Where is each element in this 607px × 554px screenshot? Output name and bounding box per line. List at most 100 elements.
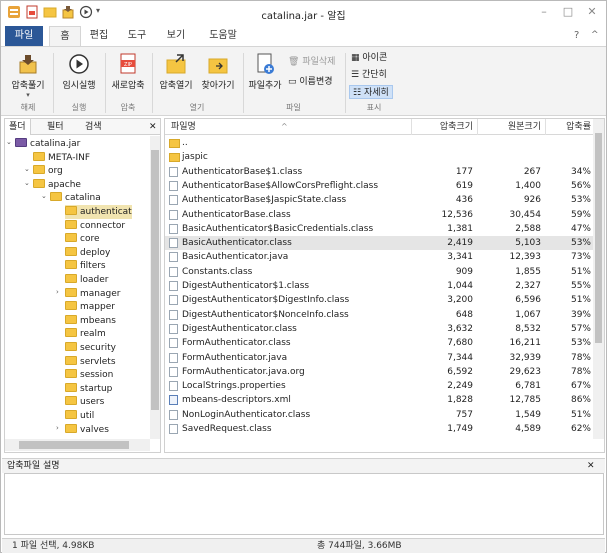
collapse-ribbon-icon[interactable]: ^: [591, 30, 599, 40]
file-row[interactable]: NonLoginAuthenticator.class 757 1,549 51%: [165, 408, 593, 422]
tree-item[interactable]: catalina.jar: [15, 137, 80, 151]
tree-expander-icon[interactable]: ›: [56, 288, 59, 296]
column-filename[interactable]: 파일명: [171, 119, 196, 135]
open-archive-button[interactable]: 압축열기: [155, 53, 197, 91]
tab-filter[interactable]: 필터: [43, 119, 68, 135]
tab-help[interactable]: 도움말: [201, 26, 245, 46]
file-row[interactable]: ..: [165, 136, 593, 150]
tree-item[interactable]: valves: [65, 423, 109, 437]
extract-button[interactable]: 압축풀기 ▾: [8, 53, 48, 99]
group-label-run: 실행: [71, 103, 87, 112]
file-icon: [169, 338, 178, 349]
description-text-area[interactable]: [4, 473, 604, 535]
compression-ratio: 62%: [570, 424, 591, 434]
tree-expander-icon[interactable]: ⌄: [24, 179, 30, 187]
find-button[interactable]: 찾아가기: [197, 53, 239, 91]
column-ratio[interactable]: 압축률: [545, 119, 591, 135]
tree-item[interactable]: org: [33, 164, 63, 178]
tree-item[interactable]: manager: [65, 287, 120, 301]
tree-hscroll-thumb[interactable]: [19, 441, 129, 449]
tree-item[interactable]: security: [65, 341, 116, 355]
tree-item[interactable]: apache: [33, 178, 81, 192]
add-file-button[interactable]: 파일추가: [246, 53, 284, 91]
tree-item[interactable]: servlets: [65, 355, 116, 369]
column-packed-size[interactable]: 압축크기: [411, 119, 473, 135]
tree-item[interactable]: connector: [65, 219, 125, 233]
close-description-icon[interactable]: ✕: [587, 459, 595, 474]
tab-view[interactable]: 보기: [161, 26, 191, 46]
file-row[interactable]: BasicAuthenticator.java 3,341 12,393 73%: [165, 250, 593, 264]
tree-item[interactable]: deploy: [65, 246, 110, 260]
file-row[interactable]: AuthenticatorBase$1.class 177 267 34%: [165, 165, 593, 179]
tree-expander-icon[interactable]: ›: [56, 424, 59, 432]
file-row[interactable]: jaspic: [165, 150, 593, 164]
help-icon[interactable]: ?: [574, 30, 579, 41]
tree-item[interactable]: META-INF: [33, 151, 90, 165]
tree-item-label: mbeans: [80, 315, 116, 326]
file-row[interactable]: DigestAuthenticator.class 3,632 8,532 57%: [165, 322, 593, 336]
packed-size: 1,828: [447, 395, 473, 406]
compression-ratio: 55%: [570, 281, 591, 291]
tab-tools[interactable]: 도구: [122, 26, 152, 46]
file-row[interactable]: DigestAuthenticator$1.class 1,044 2,327 55%: [165, 279, 593, 293]
view-simple-button[interactable]: ☰ 간단히: [351, 68, 387, 82]
run-button[interactable]: 임시실행: [57, 53, 101, 91]
file-name: BasicAuthenticator$BasicCredentials.clas…: [182, 223, 374, 234]
file-row[interactable]: mbeans-descriptors.xml 1,828 12,785 86%: [165, 393, 593, 407]
file-row[interactable]: AuthenticatorBase$JaspicState.class 436 92…: [165, 193, 593, 207]
tree-item[interactable]: loader: [65, 273, 108, 287]
tree-item-label: mapper: [80, 302, 115, 313]
tab-folders[interactable]: 폴더: [5, 119, 31, 135]
tree-item[interactable]: users: [65, 395, 104, 409]
tab-home[interactable]: 홈: [49, 26, 81, 46]
tree-expander-icon[interactable]: ⌄: [24, 165, 30, 173]
file-row[interactable]: BasicAuthenticator.class 2,419 5,103 53%: [165, 236, 593, 251]
file-row[interactable]: AuthenticatorBase$AllowCorsPreflight.cla…: [165, 179, 593, 193]
file-row[interactable]: FormAuthenticator.class 7,680 16,211 53%: [165, 336, 593, 350]
tree-item[interactable]: authenticat: [65, 205, 132, 219]
file-row[interactable]: LocalStrings.properties 2,249 6,781 67%: [165, 379, 593, 393]
close-button[interactable]: ✕: [582, 4, 602, 20]
list-scroll-thumb[interactable]: [595, 133, 602, 343]
tree-item[interactable]: core: [65, 232, 100, 246]
view-detail-button[interactable]: ☷ 자세히: [349, 85, 393, 99]
tree-scrollbar[interactable]: [150, 136, 160, 439]
view-icons-button[interactable]: ▦ 아이콘: [351, 51, 387, 65]
file-row[interactable]: DigestAuthenticator$NonceInfo.class 648 1,…: [165, 308, 593, 322]
file-row[interactable]: FormAuthenticator.java 7,344 32,939 78%: [165, 351, 593, 365]
tree-item[interactable]: startup: [65, 382, 112, 396]
file-row[interactable]: DigestAuthenticator$DigestInfo.class 3,20…: [165, 293, 593, 307]
new-archive-button[interactable]: ZIP 새로압축: [108, 53, 148, 91]
tree-item[interactable]: mbeans: [65, 314, 116, 328]
minimize-button[interactable]: –: [534, 4, 554, 20]
play-icon: [68, 53, 90, 75]
close-pane-icon[interactable]: ✕: [145, 119, 161, 135]
file-icon: [169, 252, 178, 263]
tree-hscrollbar[interactable]: [5, 439, 150, 451]
tree-expander-icon[interactable]: ⌄: [41, 192, 47, 200]
ribbon: 압축풀기 ▾ 해제 임시실행 실행 ZIP 새로압축 압축 압축열기 찾아가기 …: [1, 46, 606, 116]
tree-expander-icon[interactable]: ⌄: [6, 138, 12, 146]
tree-item[interactable]: util: [65, 409, 94, 423]
delete-file-button[interactable]: 🗑 파일삭제: [288, 55, 335, 69]
original-size: 1,400: [515, 180, 541, 191]
tree-item[interactable]: session: [65, 368, 113, 382]
tree-scroll-thumb[interactable]: [151, 150, 159, 410]
file-row[interactable]: Constants.class 909 1,855 51%: [165, 265, 593, 279]
file-row[interactable]: FormAuthenticator.java.org 6,592 29,623 78%: [165, 365, 593, 379]
tree-item[interactable]: catalina: [50, 191, 101, 205]
tab-file[interactable]: 파일: [5, 26, 43, 46]
file-row[interactable]: BasicAuthenticator$BasicCredentials.clas…: [165, 222, 593, 236]
tree-item-label: loader: [80, 275, 109, 285]
rename-button[interactable]: ▭ 이름변경: [288, 75, 333, 89]
file-row[interactable]: AuthenticatorBase.class 12,536 30,454 59%: [165, 208, 593, 222]
tree-item[interactable]: mapper: [65, 300, 115, 314]
file-row[interactable]: SavedRequest.class 1,749 4,589 62%: [165, 422, 593, 436]
maximize-button[interactable]: □: [558, 4, 578, 20]
tree-item[interactable]: realm: [65, 327, 106, 341]
tab-search[interactable]: 검색: [81, 119, 106, 135]
column-original-size[interactable]: 원본크기: [477, 119, 541, 135]
list-scrollbar[interactable]: [593, 119, 604, 439]
tree-item[interactable]: filters: [65, 259, 106, 273]
tab-edit[interactable]: 편집: [84, 26, 114, 46]
